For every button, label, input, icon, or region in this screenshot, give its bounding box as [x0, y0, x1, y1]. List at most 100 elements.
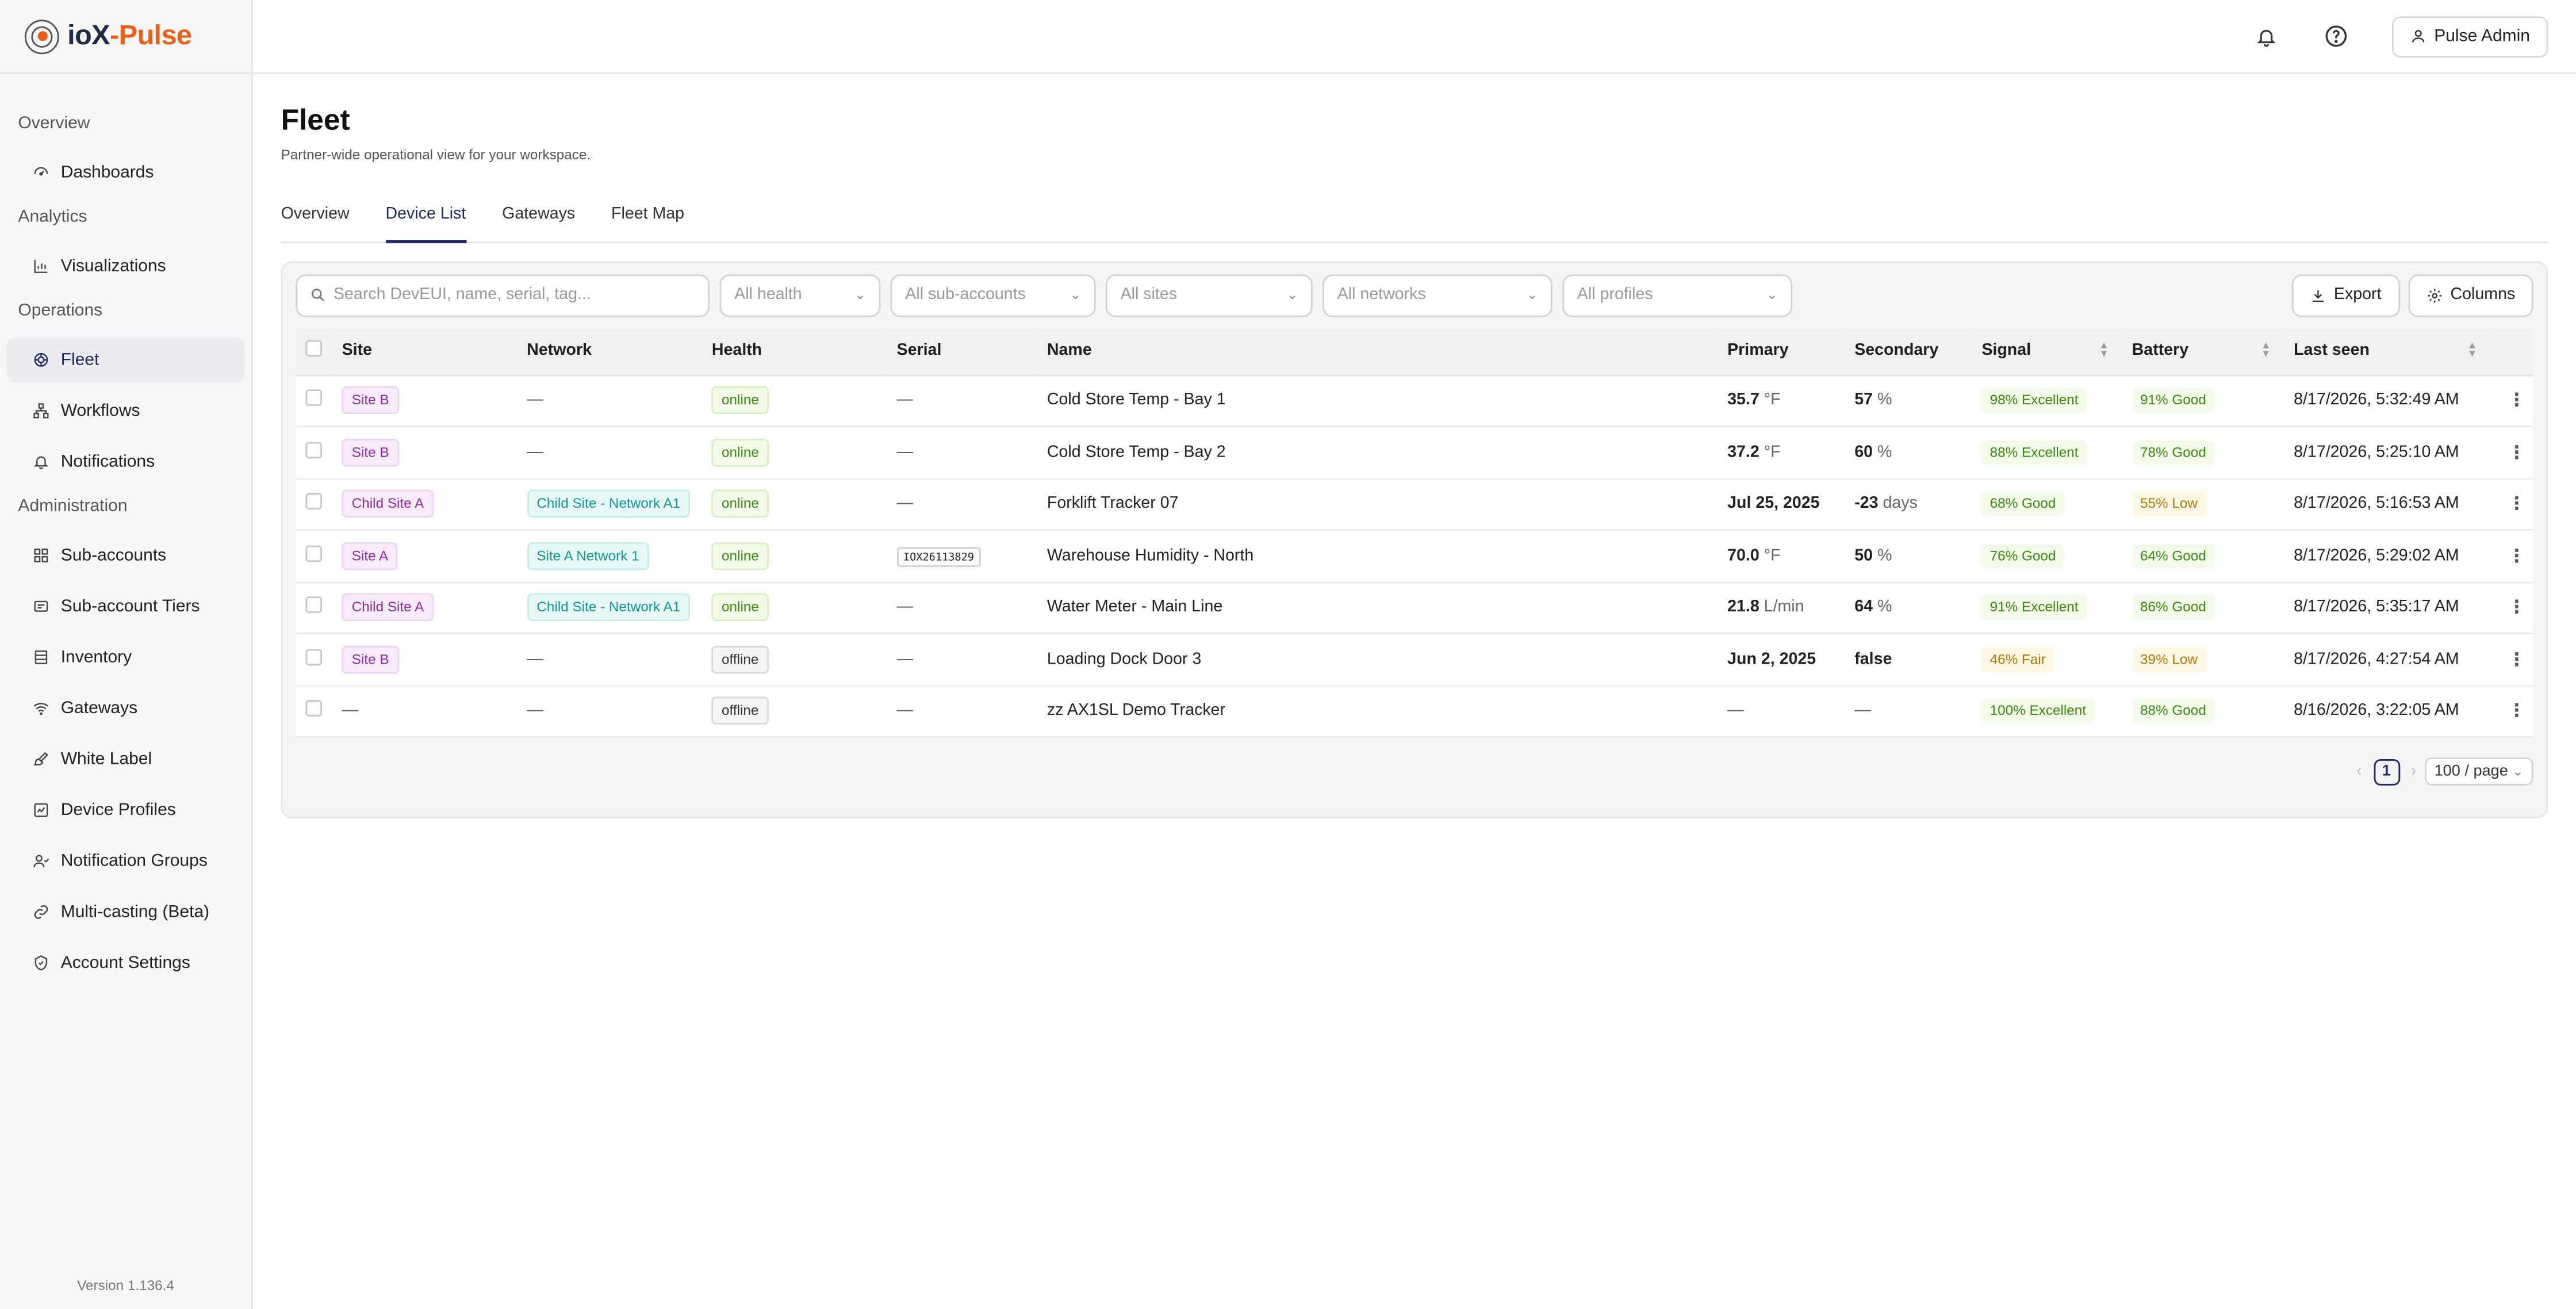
table-row[interactable]: Site B — online — Cold Store Temp - Bay 2 37.… [296, 426, 2533, 479]
user-menu-button[interactable]: Pulse Admin [2391, 16, 2548, 57]
table-row[interactable]: Child Site A Child Site - Network A1 onlin… [296, 581, 2533, 634]
table-row[interactable]: Site B — offline — Loading Dock Door 3 Jun 2,… [296, 633, 2533, 686]
network-cell: — [527, 443, 543, 462]
row-checkbox[interactable] [305, 389, 322, 407]
row-actions-icon[interactable]: ⋮ [2490, 581, 2533, 634]
page-size-select[interactable]: 100 / page ⌄ [2424, 757, 2533, 786]
primary-unit: °F [1764, 546, 1781, 565]
search-input[interactable]: Search DevEUI, name, serial, tag... [296, 273, 710, 316]
primary-col: Jun 2, 2025 [1717, 633, 1845, 686]
table-row[interactable]: Child Site A Child Site - Network A1 onlin… [296, 478, 2533, 531]
sort-icon[interactable]: ▲ ▼ [2261, 342, 2271, 359]
select-all-checkbox[interactable] [305, 340, 322, 357]
sidebar-item-gateways[interactable]: Gateways [6, 685, 244, 731]
columns-button[interactable]: Columns [2408, 273, 2533, 316]
sort-icon[interactable]: ▲ ▼ [2467, 342, 2477, 359]
row-checkbox[interactable] [305, 596, 322, 614]
tab-gateways[interactable]: Gateways [502, 205, 575, 242]
column-header-secondary[interactable]: Secondary [1845, 328, 1972, 376]
column-header-name[interactable]: Name [1037, 328, 1718, 376]
column-header-serial[interactable]: Serial [887, 328, 1037, 376]
column-header-site[interactable]: Site [332, 328, 518, 376]
page-subtitle: Partner-wide operational view for your w… [281, 146, 591, 163]
last-seen: 8/17/2026, 5:16:53 AM [2294, 495, 2459, 514]
primary-value: 70.0 [1727, 546, 1759, 565]
row-select-cell [296, 426, 332, 479]
sidebar-item-notifications[interactable]: Notifications [6, 439, 244, 485]
health-badge: online [711, 490, 769, 518]
column-header-signal[interactable]: Signal ▲ ▼ [1972, 328, 2122, 376]
primary-value: Jun 2, 2025 [1727, 650, 1816, 669]
sidebar-item-fleet[interactable]: Fleet [6, 336, 245, 383]
sidebar-item-white-label[interactable]: White Label [6, 736, 244, 782]
row-actions-icon[interactable]: ⋮ [2490, 530, 2533, 583]
column-header-last-seen[interactable]: Last seen ▲ ▼ [2283, 328, 2490, 376]
sidebar-item-sub-account-tiers[interactable]: Sub-account Tiers [6, 583, 244, 629]
tab-fleet-map[interactable]: Fleet Map [611, 205, 684, 242]
chevron-down-icon: ⌄ [1070, 288, 1081, 303]
table-row[interactable]: Site B — online — Cold Store Temp - Bay 1 35.… [296, 374, 2533, 427]
subaccount-filter[interactable]: All sub-accounts ⌄ [890, 273, 1096, 316]
column-header-network[interactable]: Network [517, 328, 702, 376]
tab-device-list[interactable]: Device List [385, 205, 466, 243]
bell-icon[interactable] [2253, 23, 2280, 49]
shield-icon [33, 955, 49, 971]
prev-page-button[interactable]: ‹ [2356, 763, 2362, 780]
battery-col: 55% Low [2122, 478, 2284, 531]
name-col: Forklift Tracker 07 [1037, 478, 1718, 531]
site-filter[interactable]: All sites ⌄ [1105, 273, 1313, 316]
brush-icon [33, 751, 49, 768]
table-row[interactable]: Site A Site A Network 1 online IOX26113829 W… [296, 530, 2533, 583]
sidebar-item-visualizations[interactable]: Visualizations [6, 243, 244, 289]
row-actions-icon[interactable]: ⋮ [2490, 685, 2533, 738]
last-seen: 8/17/2026, 5:35:17 AM [2294, 598, 2459, 617]
network-filter[interactable]: All networks ⌄ [1322, 273, 1552, 316]
sidebar-item-sub-accounts[interactable]: Sub-accounts [6, 533, 244, 579]
select-all-cell [296, 328, 332, 376]
sidebar-item-workflows[interactable]: Workflows [6, 388, 244, 434]
sidebar-item-multi-casting-beta[interactable]: Multi-casting (Beta) [6, 889, 244, 935]
name-col: Cold Store Temp - Bay 2 [1037, 426, 1718, 479]
profile-filter[interactable]: All profiles ⌄ [1562, 273, 1793, 316]
battery-col: 86% Good [2122, 581, 2284, 634]
secondary-value: 50 [1854, 546, 1873, 565]
page-number-button[interactable]: 1 [2373, 758, 2400, 785]
health-filter[interactable]: All health ⌄ [719, 273, 881, 316]
search-icon [311, 288, 324, 301]
column-header-health[interactable]: Health [702, 328, 887, 376]
export-button[interactable]: Export [2291, 273, 2399, 316]
sidebar-item-notification-groups[interactable]: Notification Groups [6, 838, 244, 884]
next-page-button[interactable]: › [2411, 763, 2416, 780]
sidebar-item-label: Visualizations [60, 256, 166, 276]
sidebar-item-inventory[interactable]: Inventory [6, 634, 244, 680]
column-header-battery[interactable]: Battery ▲ ▼ [2122, 328, 2284, 376]
row-checkbox[interactable] [305, 545, 322, 562]
site-col: Site B [332, 633, 518, 686]
row-actions-icon[interactable]: ⋮ [2490, 374, 2533, 427]
sidebar-item-device-profiles[interactable]: Device Profiles [6, 787, 244, 833]
tab-overview[interactable]: Overview [281, 205, 350, 242]
health-badge: offline [711, 697, 769, 725]
table-row[interactable]: — — offline — zz AX1SL Demo Tracker — — 100% Ex… [296, 685, 2533, 738]
sidebar-item-dashboards[interactable]: Dashboards [6, 150, 244, 196]
help-icon[interactable] [2322, 23, 2349, 49]
battery-badge: 39% Low [2132, 647, 2206, 672]
row-checkbox[interactable] [305, 648, 322, 665]
brand-logo[interactable]: ioX-Pulse [0, 0, 252, 74]
primary-value: — [1727, 702, 1744, 721]
sort-icon[interactable]: ▲ ▼ [2099, 342, 2109, 359]
row-checkbox[interactable] [305, 700, 322, 717]
row-actions-icon[interactable]: ⋮ [2490, 633, 2533, 686]
last-seen-col: 8/17/2026, 5:35:17 AM [2283, 581, 2490, 634]
row-actions-icon[interactable]: ⋮ [2490, 478, 2533, 531]
battery-col: 39% Low [2122, 633, 2284, 686]
row-actions-icon[interactable]: ⋮ [2490, 426, 2533, 479]
sidebar-item-account-settings[interactable]: Account Settings [6, 940, 244, 986]
column-header-primary[interactable]: Primary [1717, 328, 1845, 376]
signal-col: 76% Good [1972, 530, 2122, 583]
row-checkbox[interactable] [305, 441, 322, 458]
row-checkbox[interactable] [305, 493, 322, 510]
column-header-label: Health [711, 342, 762, 361]
workflow-icon [33, 403, 49, 419]
nav-section-title: Overview [18, 113, 90, 133]
